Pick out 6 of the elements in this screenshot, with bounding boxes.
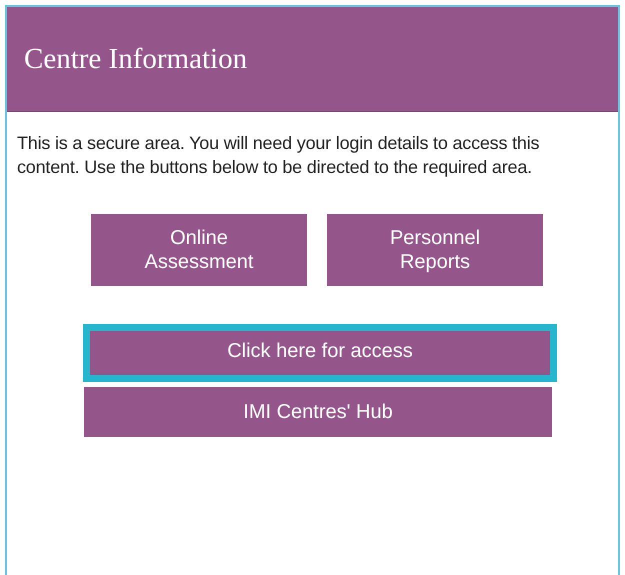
link-button[interactable]: IMI Centres' Hub: [84, 387, 552, 437]
link-button[interactable]: Click here for access: [83, 324, 557, 382]
link-button[interactable]: Personnel Reports: [327, 214, 543, 286]
intro-text: This is a secure area. You will need your login details to access this content. Use the buttons below to be directed to the required area.: [17, 132, 540, 179]
link-button[interactable]: Online Assessment: [91, 214, 307, 286]
panel-title: Centre Information: [24, 42, 248, 76]
